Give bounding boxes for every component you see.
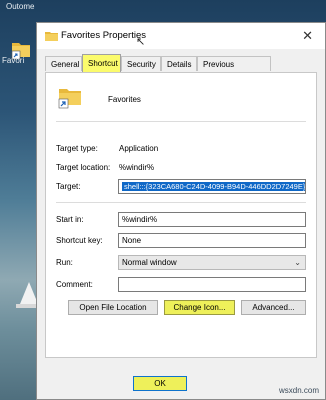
target-label: Target: [56, 182, 81, 191]
comment-input[interactable] [118, 277, 306, 292]
target-location-label: Target location: [56, 163, 111, 172]
shortcut-folder-icon [58, 89, 81, 109]
shortcut-key-label: Shortcut key: [56, 236, 103, 245]
open-file-location-button[interactable]: Open File Location [68, 300, 158, 315]
tab-security[interactable]: Security [121, 56, 161, 71]
change-icon-button[interactable]: Change Icon... [164, 300, 235, 315]
properties-window: Favorites Properties ↖ ✕ General Shortcu… [36, 22, 326, 400]
folder-icon [45, 32, 58, 41]
start-in-input[interactable]: %windir% [118, 212, 306, 227]
target-input[interactable]: shell:::{323CA680-C24D-4099-B94D-446DD2D… [118, 179, 306, 194]
watermark: wsxdn.com [278, 386, 319, 395]
target-input-selected-text: shell:::{323CA680-C24D-4099-B94D-446DD2D… [122, 182, 306, 191]
target-type-value: Application [119, 144, 159, 153]
shortcut-panel: Favorites Target type: Application Targe… [45, 72, 317, 358]
chevron-down-icon: ⌄ [294, 258, 301, 267]
tab-details[interactable]: Details [161, 56, 197, 71]
target-location-value: %windir% [119, 163, 155, 172]
window-title: Favorites Properties [61, 30, 147, 41]
close-icon[interactable]: ✕ [302, 28, 313, 44]
divider [56, 121, 306, 122]
advanced-button[interactable]: Advanced... [241, 300, 306, 315]
run-select-value: Normal window [122, 258, 177, 267]
target-type-label: Target type: [56, 144, 98, 153]
shortcut-name: Favorites [108, 95, 141, 104]
run-label: Run: [56, 258, 73, 267]
tab-previous-versions[interactable]: Previous Versions [197, 56, 271, 84]
tab-shortcut[interactable]: Shortcut [82, 54, 121, 72]
comment-label: Comment: [56, 280, 93, 289]
title-bar[interactable]: Favorites Properties ↖ ✕ [37, 23, 325, 49]
desktop-top-label: Outome [6, 2, 35, 11]
desktop-icon-label: Favori [2, 56, 25, 65]
run-select[interactable]: Normal window ⌄ [118, 255, 306, 270]
shortcut-key-input[interactable]: None [118, 233, 306, 248]
ok-button[interactable]: OK [133, 376, 187, 391]
tab-general[interactable]: General [45, 56, 82, 71]
mouse-cursor-icon: ↖ [136, 36, 146, 48]
divider [56, 202, 306, 203]
start-in-label: Start in: [56, 215, 84, 224]
